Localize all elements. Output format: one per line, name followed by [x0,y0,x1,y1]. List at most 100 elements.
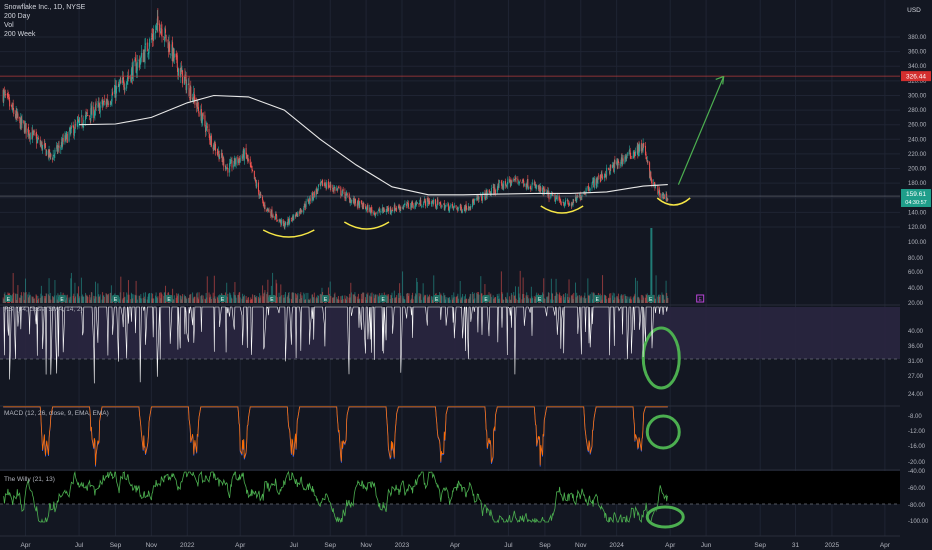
earnings-marker[interactable]: E [165,295,173,303]
volume-bar [478,294,480,303]
earnings-marker[interactable]: E [112,295,120,303]
candle-body [161,29,163,38]
earnings-marker[interactable]: E [593,295,601,303]
candle-body [667,199,669,200]
volume-bar [177,293,179,303]
candle-body [136,62,138,71]
candle-body [589,189,591,191]
candle-body [628,152,630,155]
volume-spike [650,228,653,303]
candle-body [132,62,134,81]
candle-body [577,196,579,198]
candle-body [146,42,148,52]
indicator-vol[interactable]: Vol [4,21,85,30]
volume-bar [639,299,641,303]
volume-bar [503,299,505,303]
candle-body [219,156,221,159]
earnings-marker[interactable]: E [433,295,441,303]
earnings-marker[interactable]: E [322,295,330,303]
target-price-label: 326.44 [906,74,926,81]
candle-body [440,203,442,208]
earnings-marker[interactable]: E [647,295,655,303]
candle-body [618,164,620,166]
chart-canvas[interactable]: EEEEEEEEEEEEEE 380.00360.00340.00320.003… [0,0,932,550]
price-tick-label: 360.00 [908,50,927,56]
volume-bar [429,294,431,303]
candle-body [7,94,9,98]
time-axis[interactable]: Apr Jul Sep Nov 2022 Apr Jul Sep Nov 2023 Apr Jul Se… [0,537,932,550]
candle-body [303,207,305,213]
candle-body [462,210,464,212]
candle-body [455,205,457,208]
candle-body [79,117,81,123]
earnings-marker[interactable]: E [4,295,12,303]
candle-body [268,209,270,213]
time-tick-label: 2025 [825,542,840,549]
candle-body [285,221,287,226]
volume-bar [630,299,632,303]
candle-body [293,214,295,221]
candle-body [400,207,402,209]
candle-body [482,192,484,194]
volume-bar [107,293,109,303]
symbol-title[interactable]: Snowflake Inc., 1D, NYSE [4,3,85,12]
time-tick-label: Jul [504,542,513,549]
volume-bar [416,281,418,303]
candle-body [289,218,291,224]
volume-bar [264,290,266,303]
candle-body [540,187,542,192]
currency-label[interactable]: USD [907,7,921,14]
price-axis[interactable]: 380.00360.00340.00320.00300.00280.00260.… [900,0,932,550]
volume-bar [128,294,130,303]
volume-bar [239,297,241,303]
volume-bar [511,294,513,303]
candle-body [544,189,546,192]
candle-body [466,207,468,210]
candle-body [9,100,11,107]
candle-body [342,189,344,191]
candle-body [591,184,593,189]
indicator-200-week[interactable]: 200 Week [4,30,85,39]
volume-bar [342,299,344,303]
volume-bar [83,296,85,303]
candle-body [176,55,178,68]
candle-body [651,179,653,186]
earnings-marker[interactable]: E [379,295,387,303]
time-tick-label: Nov [360,542,372,549]
earnings-marker[interactable]: E [482,295,490,303]
earnings-marker[interactable]: E [536,295,544,303]
volume-bar [507,299,509,303]
candle-body [659,193,661,198]
price-tick-label: 120.00 [908,225,927,231]
volume-bar [655,275,657,303]
candle-body [408,207,410,209]
volume-bar [350,292,352,303]
indicator-200-day[interactable]: 200 Day [4,12,85,21]
candle-body [99,105,101,113]
candle-body [112,92,114,95]
price-tick-label: 220.00 [908,152,927,158]
earnings-marker[interactable]: E [58,295,66,303]
candle-body [159,23,161,32]
candle-body [519,181,521,183]
volume-bar [449,299,451,303]
candle-body [251,165,253,171]
candle-body [515,177,517,180]
panel-tick-label: 60.00 [908,270,924,276]
candle-body [407,203,409,208]
volume-bar [462,293,464,303]
volume-bar [622,294,624,303]
candle-body [441,205,443,208]
earnings-marker[interactable]: E [219,295,227,303]
candle-body [272,215,274,217]
volume-bar [367,292,369,303]
volume-bar [231,298,233,303]
candle-body [622,158,624,162]
chart-background [0,0,932,550]
earnings-marker[interactable]: E [268,295,276,303]
candle-body [377,211,379,214]
volume-bar [256,295,258,303]
candle-body [165,34,167,41]
candle-body [531,184,533,189]
volume-bar [577,295,579,303]
